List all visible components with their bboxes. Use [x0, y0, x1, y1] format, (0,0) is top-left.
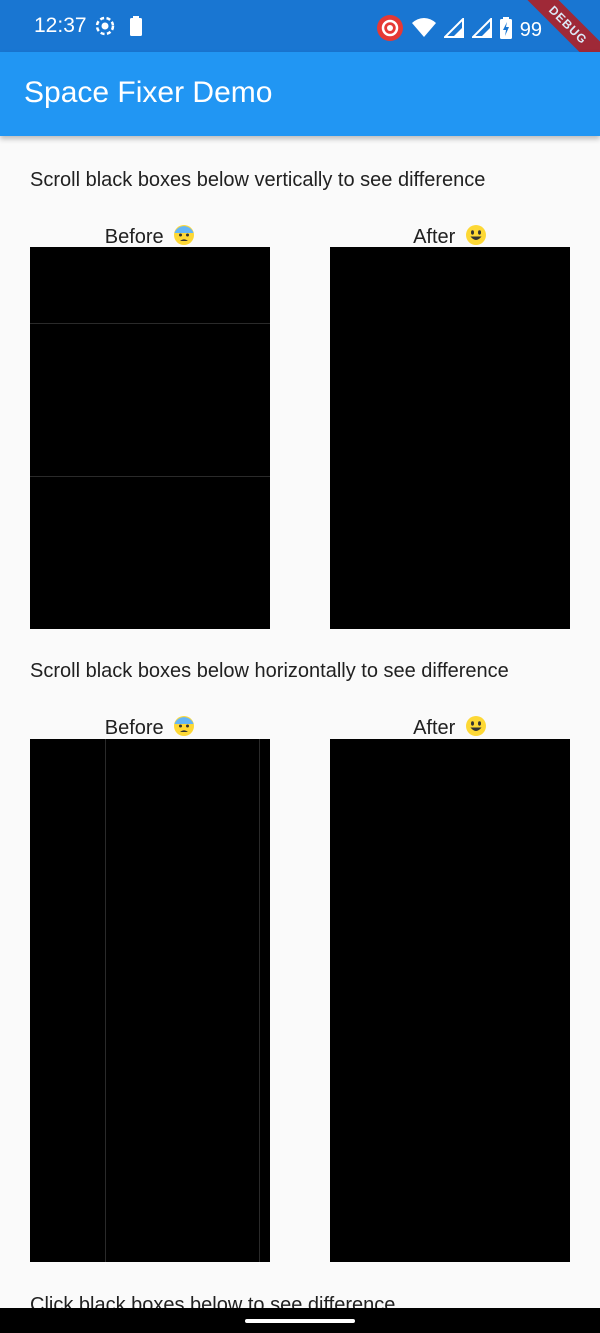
battery-percent: 99 — [519, 19, 542, 41]
app-title: Space Fixer Demo — [24, 76, 273, 109]
app-screen: 12:37 99 DEBUG Space Fixer Demo Scroll b… — [0, 0, 600, 1333]
app-bar: Space Fixer Demo — [0, 52, 600, 136]
signal-icon — [442, 16, 464, 43]
vertical-scroll-after-box[interactable] — [330, 247, 570, 629]
item-divider — [30, 476, 270, 477]
signal-icon — [470, 16, 492, 43]
before-label: Before — [104, 717, 164, 739]
item-divider — [105, 739, 106, 1262]
battery-small-icon — [130, 16, 142, 41]
after-label: After — [413, 717, 456, 739]
status-left-icons — [94, 15, 142, 42]
navigation-bar — [0, 1308, 600, 1333]
after-label: After — [413, 226, 456, 248]
battery-charging-icon — [499, 17, 512, 44]
wifi-icon — [411, 18, 436, 43]
horizontal-scroll-before-box[interactable] — [30, 739, 270, 1262]
vertical-scroll-description: Scroll black boxes below vertically to s… — [30, 169, 486, 191]
item-divider — [30, 323, 270, 324]
settings-dot-icon — [94, 15, 116, 42]
record-icon — [376, 14, 404, 47]
status-time: 12:37 — [34, 14, 87, 37]
item-divider — [259, 739, 260, 1262]
horizontal-scroll-after-box[interactable] — [330, 739, 570, 1262]
before-label: Before — [104, 226, 164, 248]
home-gesture-handle[interactable] — [245, 1319, 355, 1323]
horizontal-scroll-description: Scroll black boxes below horizontally to… — [30, 660, 509, 682]
vertical-scroll-before-box[interactable] — [30, 247, 270, 629]
status-bar: 12:37 99 — [0, 0, 600, 52]
status-right-icons: 99 — [376, 14, 542, 47]
